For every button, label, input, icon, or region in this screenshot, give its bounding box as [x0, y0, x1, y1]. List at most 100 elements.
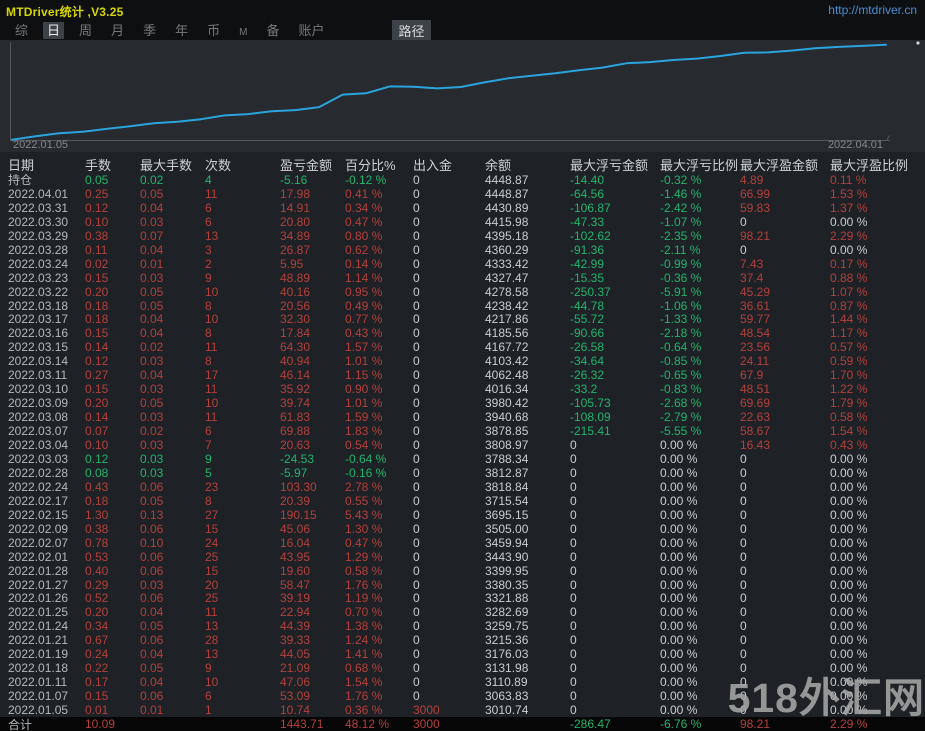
cell-pnl: 20.56 [280, 298, 311, 313]
cell-deposit: 0 [413, 284, 420, 299]
cell-max-lots: 0.05 [140, 186, 164, 201]
cell-max-float-loss-pct: -2.42 % [660, 200, 702, 215]
cell-max-float-profit-pct: 0.00 % [830, 493, 868, 508]
cell-pnl: 20.63 [280, 438, 311, 452]
cell-pnl-pct: 1.41 % [345, 647, 383, 662]
cell-max-float-profit: 58.67 [740, 424, 771, 439]
cell-max-float-loss-pct: -0.64 % [660, 340, 702, 355]
col-header-lots: 手数 [85, 158, 112, 173]
cell-pnl-pct: 5.43 % [345, 507, 383, 522]
cell-deposit: 0 [413, 340, 420, 355]
chart-start-date-label: 2022.01.05 [13, 139, 69, 151]
cell-date: 2022.02.28 [8, 465, 69, 480]
cell-balance: 4448.87 [485, 173, 529, 187]
cell-max-float-loss-pct: 0.00 % [660, 549, 698, 564]
cell-max-float-loss: -108.09 [570, 410, 611, 425]
cell-lots: 0.12 [85, 200, 109, 215]
cell-pnl: 53.09 [280, 689, 311, 704]
menu-tab-备[interactable]: 备 [262, 22, 283, 39]
cell-date: 2022.01.28 [8, 563, 69, 578]
cell-deposit: 0 [413, 228, 420, 243]
cell-pnl-pct: 0.36 % [345, 703, 383, 718]
menu-tab-月[interactable]: 月 [107, 22, 128, 39]
cell-max-lots: 0.03 [140, 451, 164, 466]
cell-count: 8 [205, 326, 212, 341]
cell-deposit: 0 [413, 689, 420, 704]
cell-pnl: 64.30 [280, 340, 311, 355]
cell-count: 13 [205, 647, 219, 662]
cell-max-float-loss: -14.40 [570, 173, 605, 187]
cell-lots: 0.20 [85, 396, 109, 411]
cell-max-lots: 0.04 [140, 200, 164, 215]
cell-max-float-profit: 48.51 [740, 382, 771, 397]
cell-max-float-profit-pct: 0.00 % [830, 535, 868, 550]
cell-max-float-loss: 0 [570, 605, 577, 620]
cell-max-lots: 0.04 [140, 605, 164, 620]
cell-date: 2022.03.09 [8, 396, 69, 411]
cell-max-lots: 0.02 [140, 424, 164, 439]
title-bar: MTDriver统计 ,V3.25 http://mtdriver.cn [0, 0, 925, 20]
cell-pnl-pct: 1.83 % [345, 424, 383, 439]
menu-tab-季[interactable]: 季 [139, 22, 160, 39]
website-link[interactable]: http://mtdriver.cn [828, 3, 917, 17]
cell-max-float-loss-pct: 0.00 % [660, 465, 698, 480]
cell-balance: 4327.47 [485, 270, 529, 285]
cell-max-float-profit-pct: 0.17 % [830, 256, 868, 271]
cell-count: 20 [205, 577, 219, 592]
cell-balance: 4016.34 [485, 382, 529, 397]
cell-max-float-loss-pct: -1.06 % [660, 298, 702, 313]
cell-count: 6 [205, 200, 212, 215]
cell-pnl-pct: 0.80 % [345, 228, 383, 243]
cell-count: 3 [205, 242, 212, 257]
cell-lots: 0.15 [85, 689, 109, 704]
cell-pnl-pct: 0.41 % [345, 186, 383, 201]
cell-max-float-profit-pct: 0.00 % [830, 465, 868, 480]
cell-count: 8 [205, 493, 212, 508]
path-button[interactable]: 路径 [392, 19, 431, 41]
menu-tab-账户[interactable]: 账户 [294, 22, 328, 39]
cell-max-float-loss-pct: -2.35 % [660, 228, 702, 243]
cell-max-float-loss: -215.41 [570, 424, 611, 439]
cell-max-float-profit-pct: 1.37 % [830, 200, 868, 215]
cell-date: 持仓 [8, 173, 33, 187]
cell-pnl-pct: 1.54 % [345, 675, 383, 690]
menu-tab-币[interactable]: 币 [203, 22, 224, 39]
cell-count: 10 [205, 312, 219, 327]
menu-tab-周[interactable]: 周 [75, 22, 96, 39]
total-cell-pnl-pct: 48.12 % [345, 717, 413, 731]
cell-max-float-profit: 0 [740, 521, 747, 536]
cell-lots: 0.20 [85, 605, 109, 620]
cell-deposit: 0 [413, 451, 420, 466]
cell-max-lots: 0.03 [140, 270, 164, 285]
menu-tab-日[interactable]: 日 [43, 22, 65, 39]
cell-balance: 3940.68 [485, 410, 529, 425]
col-header-max-lots: 最大手数 [140, 158, 193, 173]
menu-tab-M[interactable]: M [235, 26, 251, 39]
cell-pnl: 5.95 [280, 256, 304, 271]
cell-max-float-loss-pct: -0.99 % [660, 256, 702, 271]
cell-max-float-profit-pct: 1.07 % [830, 284, 868, 299]
balance-chart: 2022.01.05 2022.04.01 [0, 40, 925, 152]
col-header-date: 日期 [8, 158, 35, 173]
cell-max-float-profit: 45.29 [740, 284, 771, 299]
cell-deposit: 0 [413, 535, 420, 550]
cell-max-lots: 0.10 [140, 535, 164, 550]
menu-tab-年[interactable]: 年 [171, 22, 192, 39]
cell-pnl-pct: 2.78 % [345, 479, 383, 494]
cell-pnl: 17.84 [280, 326, 311, 341]
cell-max-float-loss-pct: -2.79 % [660, 410, 702, 425]
cell-lots: 0.01 [85, 703, 109, 718]
cell-pnl-pct: 0.54 % [345, 438, 383, 452]
cell-balance: 4415.98 [485, 214, 529, 229]
cell-date: 2022.02.01 [8, 549, 69, 564]
cell-balance: 3788.34 [485, 451, 529, 466]
cell-lots: 0.15 [85, 382, 109, 397]
cell-pnl-pct: 1.59 % [345, 410, 383, 425]
cell-lots: 0.17 [85, 675, 109, 690]
menu-tab-综[interactable]: 综 [11, 22, 32, 39]
total-cell-lots: 10.09 [85, 717, 140, 731]
cell-max-float-loss: 0 [570, 563, 577, 578]
cell-pnl-pct: 1.01 % [345, 396, 383, 411]
cell-max-float-loss: 0 [570, 689, 577, 704]
cell-count: 6 [205, 689, 212, 704]
